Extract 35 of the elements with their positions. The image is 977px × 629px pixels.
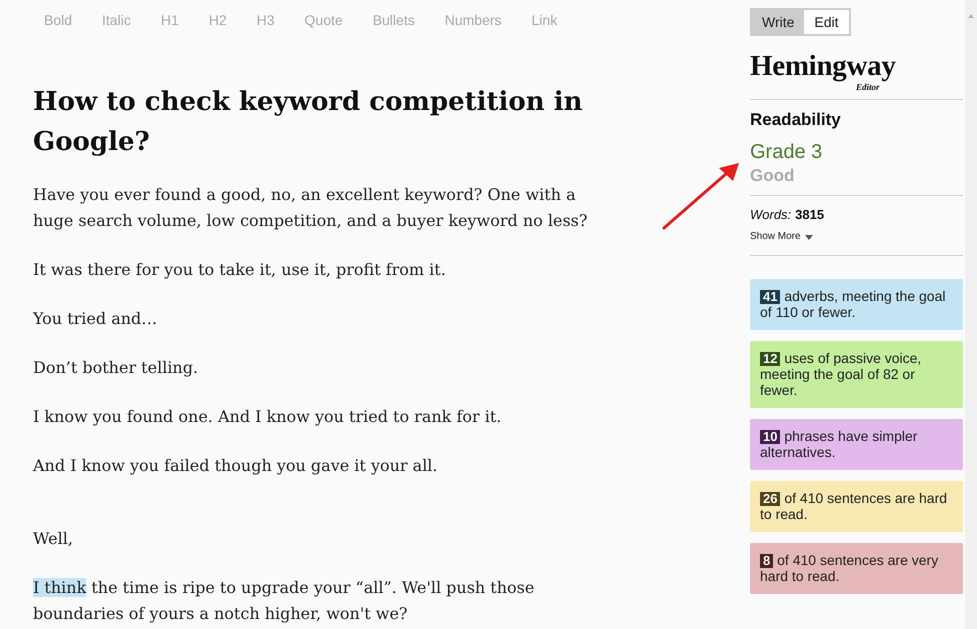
format-button[interactable]: H3 (242, 11, 290, 29)
document-title: How to check keyword competition in Google? (33, 86, 584, 159)
format-button[interactable]: H2 (194, 11, 242, 29)
format-button[interactable]: Bold (29, 11, 88, 29)
format-button[interactable]: Link (516, 11, 572, 29)
paragraph: Don’t bother telling. (33, 357, 200, 379)
paragraph: Have you ever found a good, no, an excellent keyword? One with a huge search volume, low competition, and a buyer keyword no less? (33, 184, 588, 232)
paragraph: You tried and… (33, 308, 158, 330)
paragraph: I think the time is ripe to upgrade your “all”. We'll push those boundaries of yours a notch higher, won't we? (33, 577, 536, 625)
suggestion-text: 8 of 410 sentences are very hard to read. (760, 552, 940, 584)
format-button[interactable]: H1 (146, 11, 194, 29)
readability-heading: Readability (750, 110, 842, 130)
caret-icon (804, 234, 813, 240)
format-button[interactable]: Italic (87, 11, 146, 29)
readability-rating: Good (750, 166, 796, 186)
paragraph: And I know you failed though you gave it your all. (33, 455, 439, 477)
paragraph: I know you found one. And I know you tried to rank for it. (33, 406, 502, 428)
suggestion-text: 41 adverbs, meeting the goal of 110 or fewer. (760, 288, 946, 320)
grade-level: Grade 3 (750, 140, 824, 164)
word-count: 3815 (795, 207, 824, 223)
logo-wordmark: Hemingway (750, 50, 896, 82)
suggestion-text: 10 phrases have simpler alternatives. (760, 428, 918, 460)
scrollbar[interactable] (965, 0, 977, 629)
logo-subtitle: Editor (856, 82, 880, 92)
word-count-label: Words: (750, 207, 792, 223)
show-more-button[interactable]: Show More (750, 230, 813, 244)
format-button[interactable]: Numbers (430, 11, 517, 29)
format-button[interactable]: Bullets (358, 11, 430, 29)
scroll-up-icon[interactable] (968, 14, 974, 18)
paragraph: Well, (33, 528, 74, 550)
mode-tab[interactable]: Edit (804, 10, 849, 34)
format-button[interactable]: Quote (290, 11, 358, 29)
suggestion-text: 12 uses of passive voice, meeting the goal of 82 or fewer. (760, 350, 922, 398)
paragraph: It was there for you to take it, use it, profit from it. (33, 259, 447, 281)
suggestion-text: 26 of 410 sentences are hard to read. (760, 490, 948, 522)
